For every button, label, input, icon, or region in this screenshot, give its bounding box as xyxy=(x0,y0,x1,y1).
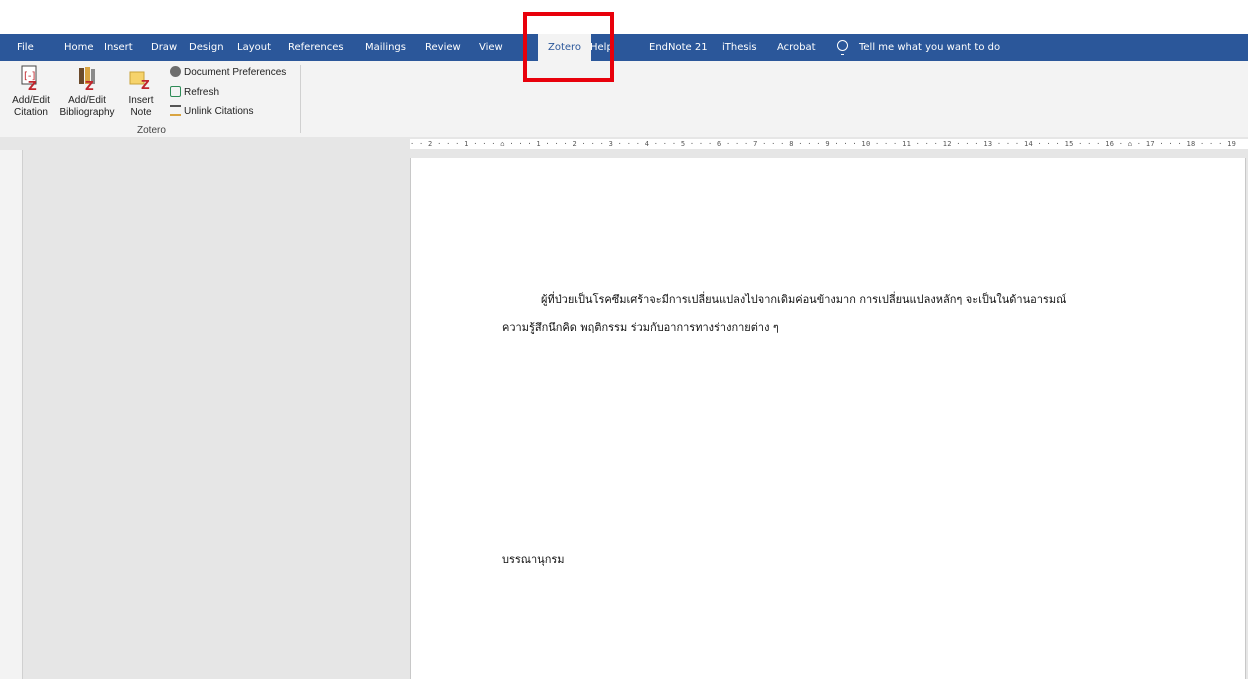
insert-note-label: Insert Note xyxy=(128,95,154,118)
tab-layout[interactable]: Layout xyxy=(237,34,271,61)
tab-view[interactable]: View xyxy=(479,34,503,61)
tab-file[interactable]: File xyxy=(17,34,34,61)
svg-text:Z: Z xyxy=(141,78,150,91)
refresh-icon xyxy=(170,86,181,97)
tab-endnote[interactable]: EndNote 21 xyxy=(649,34,708,61)
unlink-icon xyxy=(170,105,181,116)
zotero-citation-icon: [-] Z xyxy=(21,65,37,91)
unlink-citations-label: Unlink Citations xyxy=(184,106,254,117)
document-preferences-label: Document Preferences xyxy=(184,67,287,78)
add-edit-bibliography-label: Add/Edit Bibliography xyxy=(59,95,115,118)
tab-references[interactable]: References xyxy=(288,34,344,61)
tab-acrobat[interactable]: Acrobat xyxy=(777,34,816,61)
ruler-ticks: · · 2 · · · 1 · · · ⌂ · · · 1 · · · 2 · … xyxy=(410,140,1237,148)
tab-review[interactable]: Review xyxy=(425,34,461,61)
tell-me-search[interactable]: Tell me what you want to do xyxy=(859,34,1000,61)
refresh-button[interactable]: Refresh xyxy=(170,86,219,98)
insert-note-button[interactable]: Z Insert Note xyxy=(120,63,162,123)
tab-mailings[interactable]: Mailings xyxy=(365,34,406,61)
refresh-label: Refresh xyxy=(184,87,220,98)
add-edit-citation-label: Add/Edit Citation xyxy=(12,95,50,118)
tab-insert[interactable]: Insert xyxy=(104,34,133,61)
zotero-note-icon: Z xyxy=(129,71,150,91)
ribbon-tab-bar: File Home Insert Draw Design Layout Refe… xyxy=(0,34,1248,61)
add-edit-citation-button[interactable]: [-] Z Add/Edit Citation xyxy=(6,63,56,123)
unlink-citations-button[interactable]: Unlink Citations xyxy=(170,105,253,117)
zotero-tab-highlight xyxy=(523,12,614,82)
gears-icon xyxy=(170,66,181,77)
tab-design[interactable]: Design xyxy=(189,34,224,61)
ribbon-group-divider xyxy=(300,65,301,133)
add-edit-bibliography-button[interactable]: Z Add/Edit Bibliography xyxy=(58,63,116,123)
zotero-bibliography-icon: Z xyxy=(79,67,95,91)
document-page[interactable]: ผู้ที่ป่วยเป็นโรคซึมเศร้าจะมีการเปลี่ยนแ… xyxy=(410,158,1246,679)
tab-draw[interactable]: Draw xyxy=(151,34,177,61)
paragraph-line-1: ผู้ที่ป่วยเป็นโรคซึมเศร้าจะมีการเปลี่ยนแ… xyxy=(541,293,1067,306)
ribbon-group-label: Zotero xyxy=(137,125,166,136)
paragraph-line-2: ความรู้สึกนึกคิด พฤติกรรม ร่วมกับอาการทา… xyxy=(502,321,779,334)
vertical-ruler xyxy=(0,150,23,679)
tab-home[interactable]: Home xyxy=(64,34,94,61)
lightbulb-icon xyxy=(837,40,848,55)
svg-text:Z: Z xyxy=(28,79,37,91)
top-strip xyxy=(0,0,1248,34)
tab-ithesis[interactable]: iThesis xyxy=(722,34,757,61)
ribbon-zotero-panel: [-] Z Add/Edit Citation Z Add/Edit Bibli… xyxy=(0,61,1248,138)
document-preferences-button[interactable]: Document Preferences xyxy=(170,66,286,78)
bibliography-heading: บรรณานุกรม xyxy=(502,553,565,566)
svg-text:Z: Z xyxy=(85,79,94,91)
